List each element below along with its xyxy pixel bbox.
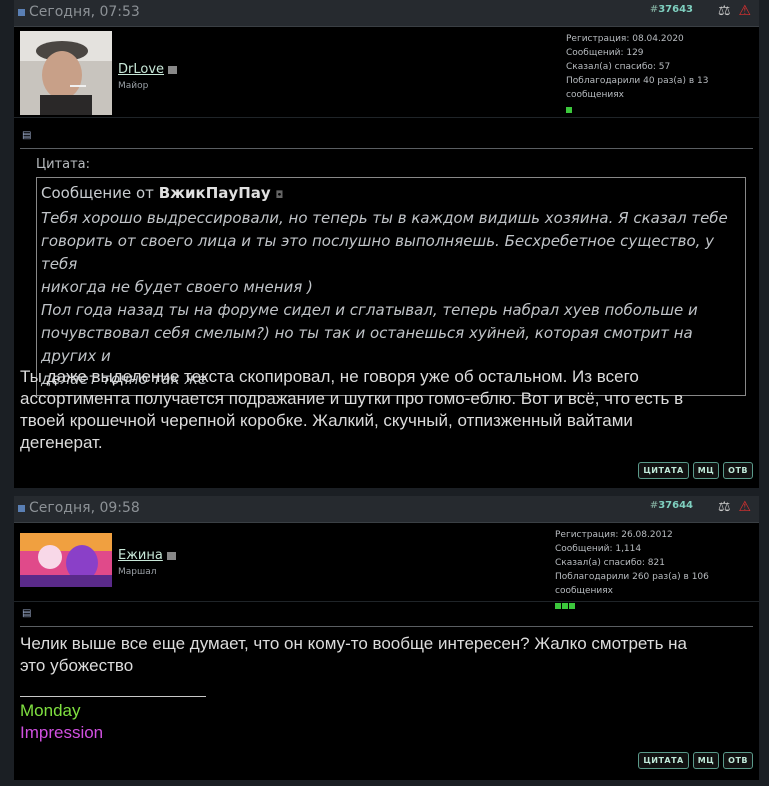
offline-status-icon — [168, 65, 178, 74]
post-header: Сегодня, 09:58 #37644 ⚖ ⚠ — [14, 496, 759, 523]
signature-line-2: Impression — [20, 723, 104, 742]
user-info: DrLove Майор Регистрация: 08.04.2020 Соо… — [14, 27, 759, 118]
quote-button[interactable]: Цитата — [638, 752, 689, 769]
quote-button[interactable]: Цитата — [638, 462, 689, 479]
avatar[interactable] — [20, 31, 112, 115]
message-line: твоей крошечной черепной коробке. Жалкий… — [20, 411, 633, 430]
post-date-text: Сегодня, 07:53 — [29, 4, 140, 20]
post-date: Сегодня, 09:58 — [18, 500, 140, 516]
stat-thanks-said: Сказал(а) спасибо: 57 — [566, 62, 671, 72]
post-actions: Цитата мц Отв — [638, 752, 753, 769]
user-stats: Регистрация: 26.08.2012 Сообщений: 1,114… — [555, 528, 759, 614]
scales-icon[interactable]: ⚖ — [718, 499, 731, 515]
post: Сегодня, 09:58 #37644 ⚖ ⚠ Ежина Маршал Р… — [14, 496, 759, 780]
quote-from-prefix: Сообщение от — [41, 184, 154, 202]
reputation-pip — [555, 603, 561, 609]
post-message: Челик выше все еще думает, что он кому-т… — [20, 633, 750, 677]
signature-separator — [20, 696, 206, 697]
separator — [20, 148, 753, 149]
user-stats: Регистрация: 08.04.2020 Сообщений: 129 С… — [566, 32, 759, 118]
reputation-pip — [566, 107, 572, 113]
quote-from: Сообщение от ВжикПауПау ◘ — [41, 182, 741, 207]
post-number-prefix: # — [649, 4, 659, 15]
quote-line: Тебя хорошо выдрессировали, но теперь ты… — [41, 209, 728, 227]
post-number-value: 37644 — [658, 500, 693, 511]
reputation-bar — [555, 600, 759, 614]
scales-icon[interactable]: ⚖ — [718, 3, 731, 19]
stat-messages: Сообщений: 129 — [566, 48, 644, 58]
post-header: Сегодня, 07:53 #37643 ⚖ ⚠ — [14, 0, 759, 27]
post-date: Сегодня, 07:53 — [18, 4, 140, 20]
quote-line: никогда не будет своего мнения ) — [41, 278, 313, 296]
multiquote-button[interactable]: мц — [692, 462, 720, 479]
stat-messages: Сообщений: 1,114 — [555, 544, 642, 554]
post-number[interactable]: #37644 — [650, 500, 693, 511]
quote-label: Цитата: — [36, 157, 90, 172]
post-date-text: Сегодня, 09:58 — [29, 500, 140, 516]
post-header-icons: ⚖ ⚠ — [718, 3, 751, 19]
user-info: Ежина Маршал Регистрация: 26.08.2012 Соо… — [14, 523, 759, 609]
post-message: Ты даже выделение текста скопировал, не … — [20, 366, 750, 454]
reputation-pip — [562, 603, 568, 609]
post-number[interactable]: #37643 — [650, 4, 693, 15]
reply-button[interactable]: Отв — [723, 462, 753, 479]
quote-line: Пол года назад ты на форуме сидел и сгла… — [41, 301, 698, 319]
stat-thanks-said: Сказал(а) спасибо: 821 — [555, 558, 665, 568]
stat-thanked: Поблагодарили 40 раз(а) в 13 сообщениях — [566, 76, 709, 100]
separator — [20, 626, 753, 627]
quote-box: Сообщение от ВжикПауПау ◘ Тебя хорошо вы… — [36, 177, 746, 396]
warning-icon[interactable]: ⚠ — [738, 3, 751, 19]
warning-icon[interactable]: ⚠ — [738, 499, 751, 515]
username-link[interactable]: DrLove — [118, 62, 178, 77]
post-dot-icon — [18, 504, 25, 512]
quote-text: Тебя хорошо выдрессировали, но теперь ты… — [41, 207, 741, 391]
user-rank: Маршал — [118, 567, 157, 577]
stat-registration: Регистрация: 08.04.2020 — [566, 34, 684, 44]
post-header-icons: ⚖ ⚠ — [718, 499, 751, 515]
post-actions: Цитата мц Отв — [638, 462, 753, 479]
username-text: DrLove — [118, 62, 165, 77]
post-number-value: 37643 — [658, 4, 693, 15]
post-dot-icon — [18, 8, 25, 16]
reputation-pip — [569, 603, 575, 609]
message-line: Ты даже выделение текста скопировал, не … — [20, 367, 639, 386]
username-text: Ежина — [118, 548, 163, 563]
document-icon: ▤ — [22, 608, 32, 619]
message-line: дегенерат. — [20, 433, 103, 452]
message-line: это убожество — [20, 656, 134, 675]
stat-thanked: Поблагодарили 260 раз(а) в 106 сообщения… — [555, 572, 709, 596]
signature-line-1: Monday — [20, 701, 81, 720]
quote-line: почувствовал себя смелым?) но ты так и о… — [41, 324, 693, 365]
post-number-prefix: # — [649, 500, 659, 511]
quote-from-user[interactable]: ВжикПауПау — [159, 184, 271, 202]
quote-line: говорить от своего лица и ты это послушн… — [41, 232, 715, 273]
post: Сегодня, 07:53 #37643 ⚖ ⚠ DrLove Майор Р… — [14, 0, 759, 488]
stat-registration: Регистрация: 26.08.2012 — [555, 530, 673, 540]
offline-status-icon — [166, 551, 176, 560]
document-icon: ▤ — [22, 130, 32, 141]
user-rank: Майор — [118, 81, 149, 91]
multiquote-button[interactable]: мц — [692, 752, 720, 769]
username-link[interactable]: Ежина — [118, 548, 176, 563]
avatar[interactable] — [20, 533, 112, 587]
message-line: ассортимента получается подражание и шут… — [20, 389, 684, 408]
reply-button[interactable]: Отв — [723, 752, 753, 769]
view-post-icon[interactable]: ◘ — [275, 190, 283, 201]
reputation-bar — [566, 104, 759, 118]
message-line: Челик выше все еще думает, что он кому-т… — [20, 634, 688, 653]
